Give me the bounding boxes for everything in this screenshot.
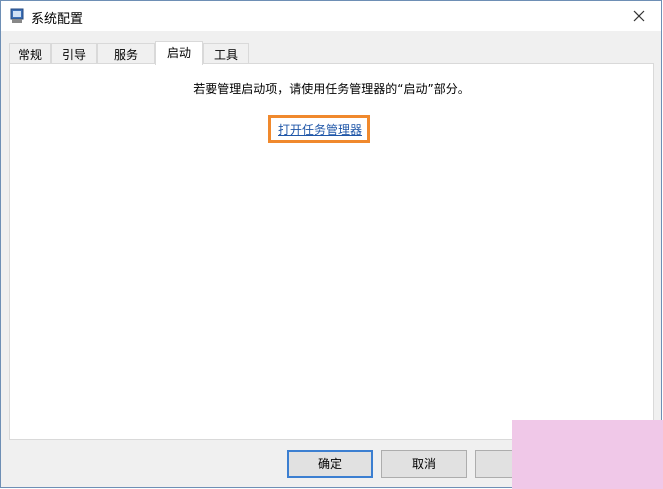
ok-button[interactable]: 确定 [287, 450, 373, 478]
system-config-icon [10, 8, 24, 23]
tab-boot[interactable]: 引导 [51, 43, 97, 63]
tab-startup[interactable]: 启动 [155, 41, 203, 65]
watermark-overlay [512, 420, 663, 489]
startup-panel: 若要管理启动项，请使用任务管理器的“启动”部分。 打开任务管理器 [9, 63, 654, 440]
highlight-box: 打开任务管理器 [268, 115, 370, 143]
window-title: 系统配置 [31, 12, 84, 27]
title-bar[interactable]: 系统配置 [1, 1, 661, 31]
tab-services[interactable]: 服务 [97, 43, 155, 63]
open-task-manager-link[interactable]: 打开任务管理器 [278, 121, 362, 138]
close-icon[interactable] [619, 1, 659, 31]
tab-tools[interactable]: 工具 [203, 43, 249, 63]
cancel-button[interactable]: 取消 [381, 450, 467, 478]
startup-message: 若要管理启动项，请使用任务管理器的“启动”部分。 [193, 82, 470, 96]
tab-general[interactable]: 常规 [9, 43, 51, 63]
tab-strip: 常规 引导 服务 启动 工具 [9, 41, 649, 65]
system-config-window: 系统配置 常规 引导 服务 启动 工具 若要管理启动项，请使用任务管理器的“启动… [0, 0, 662, 488]
apply-button[interactable] [475, 450, 515, 478]
